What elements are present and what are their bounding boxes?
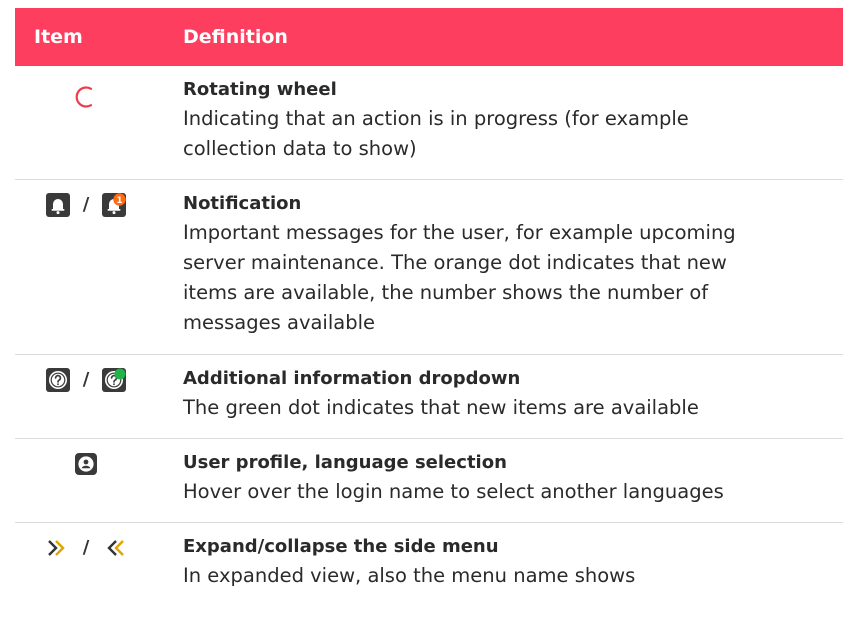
separator: / xyxy=(82,369,90,390)
row-description: Hover over the login name to select anot… xyxy=(183,480,724,503)
double-chevron-right-icon xyxy=(46,536,70,560)
bell-icon xyxy=(45,193,70,217)
row-description: The green dot indicates that new items a… xyxy=(183,396,699,419)
separator: / xyxy=(82,537,90,558)
table-row: / Additional information dropdown The gr… xyxy=(15,355,843,439)
double-chevron-left-icon xyxy=(102,536,126,560)
row-description: Important messages for the user, for exa… xyxy=(183,221,736,334)
rotating-wheel-icon xyxy=(74,85,98,109)
row-description: In expanded view, also the menu name sho… xyxy=(183,564,636,587)
row-title: Additional information dropdown xyxy=(183,368,521,389)
row-title: Expand/collapse the side menu xyxy=(183,536,499,557)
definition-table: Item Definition Rotating wheel Indicatin… xyxy=(15,8,843,613)
row-icon-cell xyxy=(15,66,183,179)
table-row: / 1 Notification Important messages for … xyxy=(15,180,843,355)
user-profile-icon xyxy=(74,452,98,476)
table-row: / Expand/collapse the side menu In expan… xyxy=(15,523,843,613)
table-header: Item Definition xyxy=(15,8,843,66)
bell-with-badge-icon: 1 xyxy=(102,193,127,217)
question-icon xyxy=(45,368,70,392)
row-icon-cell: / xyxy=(15,523,183,613)
table-row: User profile, language selection Hover o… xyxy=(15,439,843,523)
row-icon-cell: / xyxy=(15,355,183,438)
row-icon-cell: / 1 xyxy=(15,180,183,354)
row-description: Indicating that an action is in progress… xyxy=(183,107,689,160)
row-title: User profile, language selection xyxy=(183,452,507,473)
table-row: Rotating wheel Indicating that an action… xyxy=(15,66,843,180)
badge-count: 1 xyxy=(117,196,123,206)
row-title: Rotating wheel xyxy=(183,79,337,100)
row-icon-cell xyxy=(15,439,183,522)
separator: / xyxy=(82,194,90,215)
header-item: Item xyxy=(34,26,83,48)
row-title: Notification xyxy=(183,193,302,214)
question-with-dot-icon xyxy=(102,368,127,392)
header-definition: Definition xyxy=(183,26,288,48)
